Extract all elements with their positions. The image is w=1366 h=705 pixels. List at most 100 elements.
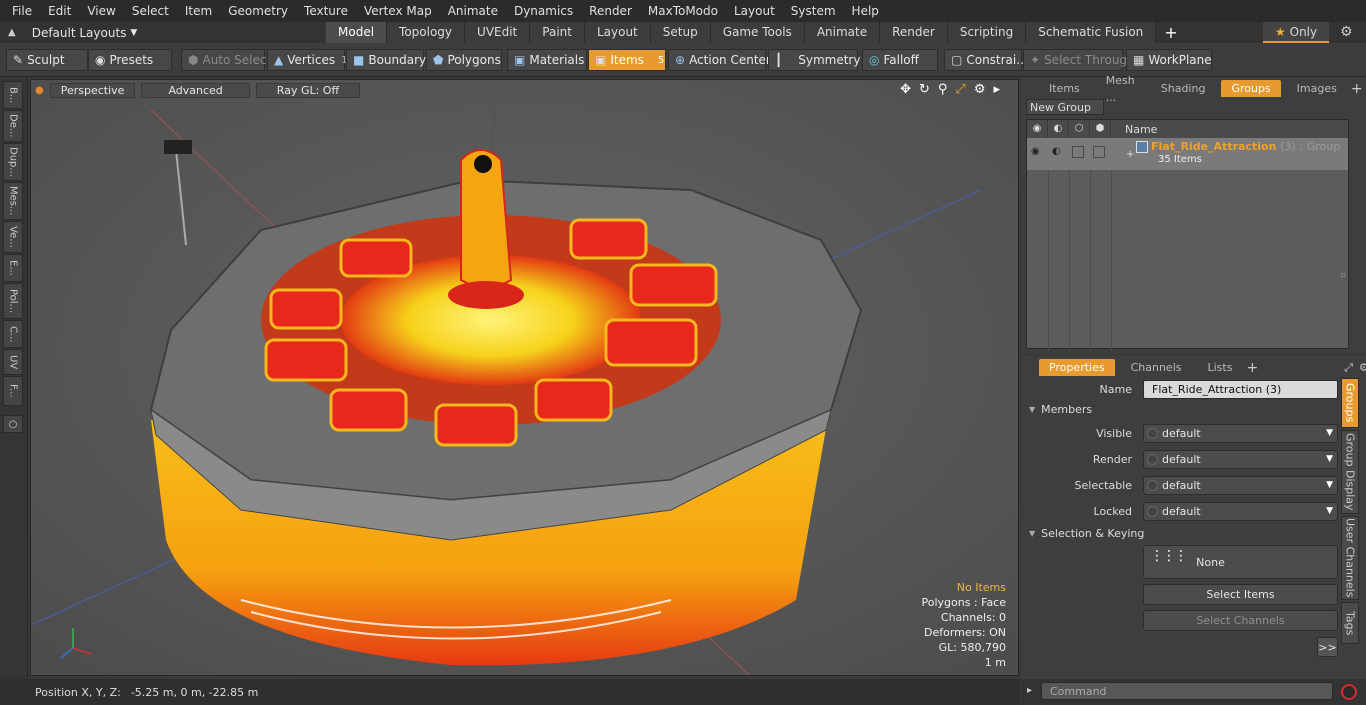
menu-vertex-map[interactable]: Vertex Map	[356, 4, 440, 18]
shading-mode-button[interactable]: Advanced	[141, 82, 250, 98]
rotate-view-icon[interactable]: ↻	[919, 82, 930, 97]
selection-keying-section[interactable]: ▼ Selection & Keying	[1029, 527, 1144, 540]
left-tab-fusion[interactable]: F...	[3, 376, 23, 406]
only-toggle[interactable]: ★ Only	[1263, 22, 1329, 43]
add-tab-icon[interactable]: +	[1156, 22, 1185, 43]
raygl-button[interactable]: Ray GL: Off	[255, 82, 361, 98]
select-through-button[interactable]: ✦ Select Through	[1023, 49, 1135, 71]
menu-system[interactable]: System	[783, 4, 844, 18]
tab-channels[interactable]: Channels	[1121, 359, 1192, 376]
viewport-gear-icon[interactable]: ⚙	[974, 82, 986, 97]
menu-help[interactable]: Help	[844, 4, 887, 18]
menu-animate[interactable]: Animate	[440, 4, 506, 18]
left-tab-uv[interactable]: UV	[3, 349, 23, 375]
selectable-select[interactable]: default ▼	[1143, 475, 1338, 495]
menu-item[interactable]: Item	[177, 4, 220, 18]
menu-dynamics[interactable]: Dynamics	[506, 4, 581, 18]
materials-button[interactable]: ▣ Materials	[507, 49, 587, 71]
menu-select[interactable]: Select	[124, 4, 177, 18]
menu-file[interactable]: File	[4, 4, 40, 18]
3d-viewport[interactable]: ● Perspective Advanced Ray GL: Off ✥ ↻ ⚲…	[30, 79, 1019, 676]
left-tab-edge[interactable]: E...	[3, 254, 23, 282]
gear-icon[interactable]: ⚙	[1340, 24, 1353, 40]
tab-images[interactable]: Images	[1287, 80, 1347, 97]
eye-icon[interactable]: ◉	[1027, 120, 1048, 138]
view-mode-button[interactable]: Perspective	[49, 82, 136, 98]
maximize-icon[interactable]: ⤢	[955, 82, 965, 97]
left-tab-polygon[interactable]: Pol...	[3, 283, 23, 319]
tab-items[interactable]: Items	[1039, 80, 1090, 97]
expand-panel-icon[interactable]: ⤢	[1344, 361, 1353, 375]
locked-select[interactable]: default ▼	[1143, 501, 1338, 521]
add-tab-icon[interactable]: +	[1347, 81, 1366, 97]
menu-edit[interactable]: Edit	[40, 4, 79, 18]
tab-topology[interactable]: Topology	[387, 22, 466, 43]
tab-scripting[interactable]: Scripting	[947, 22, 1027, 43]
tab-game-tools[interactable]: Game Tools	[710, 22, 805, 43]
left-tab-deform[interactable]: De...	[3, 110, 23, 142]
row-eye-icon[interactable]: ◉	[1031, 146, 1040, 157]
boundary-button[interactable]: ■ Boundary	[346, 49, 426, 71]
workplane-button[interactable]: ▦ WorkPlane	[1126, 49, 1212, 71]
left-tab-duplicate[interactable]: Dup...	[3, 143, 23, 181]
zoom-view-icon[interactable]: ⚲	[938, 82, 948, 97]
group-row[interactable]: ◉ ◐ + Flat_Ride_Attraction (3) : Group 3…	[1027, 138, 1348, 170]
record-macro-icon[interactable]	[1341, 684, 1357, 700]
constraints-button[interactable]: ▢ Constrai...	[944, 49, 1028, 71]
menu-texture[interactable]: Texture	[296, 4, 356, 18]
new-group-button[interactable]: New Group	[1026, 99, 1104, 115]
name-field[interactable]: Flat_Ride_Attraction (3)	[1143, 379, 1338, 399]
scrollbar-handle[interactable]: ▫	[1341, 270, 1346, 279]
tab-shading[interactable]: Shading	[1151, 80, 1216, 97]
visible-select[interactable]: default ▼	[1143, 423, 1338, 443]
vertices-button[interactable]: ▲ Vertices 1	[267, 49, 347, 71]
select-channels-button[interactable]: Select Channels	[1143, 610, 1338, 631]
tab-groups[interactable]: Groups	[1221, 80, 1281, 97]
render-select[interactable]: default ▼	[1143, 449, 1338, 469]
select-icon[interactable]: ⬢	[1090, 120, 1111, 138]
viewport-menu-icon[interactable]: ●	[35, 85, 44, 96]
falloff-button[interactable]: ◎ Falloff	[862, 49, 938, 71]
menu-render[interactable]: Render	[581, 4, 640, 18]
row-select-checkbox[interactable]	[1093, 146, 1105, 158]
side-tab-user-channels[interactable]: User Channels	[1341, 516, 1359, 600]
auto-select-button[interactable]: ⬢ Auto Select	[181, 49, 271, 71]
panel-gear-icon[interactable]: ⚙	[1359, 361, 1366, 374]
expand-group-icon[interactable]: +	[1126, 149, 1134, 160]
sculpt-button[interactable]: ✎ Sculpt	[6, 49, 88, 71]
left-tab-mesh[interactable]: Mes...	[3, 182, 23, 220]
tab-layout[interactable]: Layout	[584, 22, 651, 43]
tab-paint[interactable]: Paint	[530, 22, 585, 43]
lock-icon[interactable]: ⬡	[1069, 120, 1090, 138]
left-tab-vertex[interactable]: Ve...	[3, 221, 23, 253]
left-tab-basic[interactable]: B...	[3, 81, 23, 109]
symmetry-button[interactable]: ┃ Symmetry	[768, 49, 860, 71]
menu-view[interactable]: View	[79, 4, 123, 18]
tab-setup[interactable]: Setup	[650, 22, 711, 43]
row-lock-checkbox[interactable]	[1072, 146, 1084, 158]
command-arrow-icon[interactable]: ▸	[1027, 685, 1032, 696]
tab-model[interactable]: Model	[326, 22, 388, 43]
more-button[interactable]: >>	[1317, 637, 1338, 657]
select-items-button[interactable]: Select Items	[1143, 584, 1338, 605]
left-tab-expand[interactable]: ○	[3, 415, 23, 433]
menu-layout[interactable]: Layout	[726, 4, 783, 18]
polygons-button[interactable]: ⬟ Polygons	[426, 49, 502, 71]
command-input[interactable]: Command	[1041, 682, 1333, 700]
tab-uvedit[interactable]: UVEdit	[465, 22, 531, 43]
tab-properties[interactable]: Properties	[1039, 359, 1115, 376]
items-button[interactable]: ▣ Items 5	[588, 49, 666, 71]
add-tab-icon[interactable]: +	[1242, 360, 1262, 376]
play-icon[interactable]: ▸	[993, 82, 1000, 97]
tab-render[interactable]: Render	[880, 22, 948, 43]
row-render-icon[interactable]: ◐	[1052, 146, 1061, 157]
render-icon[interactable]: ◐	[1048, 120, 1069, 138]
none-button[interactable]: ⋮⋮⋮ None	[1143, 545, 1338, 579]
action-center-button[interactable]: ⊕ Action Center	[668, 49, 771, 71]
layouts-dropdown[interactable]: ▲ Default Layouts ▼	[0, 26, 326, 40]
tab-animate[interactable]: Animate	[804, 22, 881, 43]
side-tab-group-display[interactable]: Group Display	[1341, 430, 1359, 514]
tab-schematic-fusion[interactable]: Schematic Fusion	[1026, 22, 1157, 43]
side-tab-groups[interactable]: Groups	[1341, 378, 1359, 428]
tab-lists[interactable]: Lists	[1198, 359, 1243, 376]
